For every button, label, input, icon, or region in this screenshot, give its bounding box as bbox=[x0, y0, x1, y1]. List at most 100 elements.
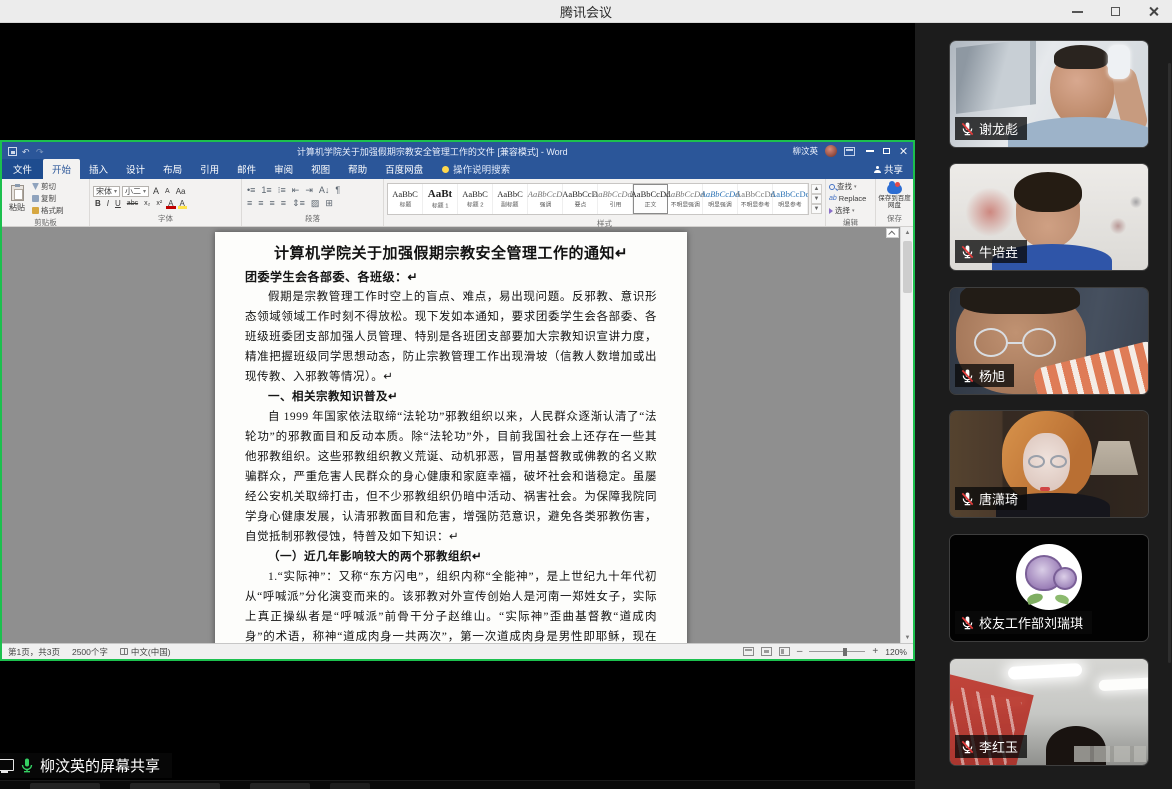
bold-button[interactable]: B bbox=[93, 199, 103, 208]
word-close-icon[interactable] bbox=[899, 147, 907, 155]
style-item[interactable]: AaBbCcDdE引用 bbox=[598, 184, 633, 214]
align-left-icon[interactable]: ≡ bbox=[245, 198, 254, 208]
participant-tile-liuruiqi[interactable]: 校友工作部刘瑞琪 bbox=[949, 534, 1149, 642]
zoom-out-button[interactable]: – bbox=[797, 646, 803, 657]
baidu-save-group: 保存到百度网盘 保存 bbox=[876, 179, 913, 226]
close-button[interactable] bbox=[1134, 0, 1172, 23]
scroll-up-arrow[interactable]: ▲ bbox=[901, 227, 913, 238]
sidebar-scrollbar[interactable] bbox=[1168, 63, 1171, 663]
style-item[interactable]: AaBbCcDd明显参考 bbox=[773, 184, 808, 214]
word-restore-icon[interactable] bbox=[883, 148, 890, 154]
paste-button[interactable]: 粘贴 bbox=[5, 184, 29, 214]
maximize-button[interactable] bbox=[1096, 0, 1134, 23]
tab-layout[interactable]: 布局 bbox=[154, 159, 191, 179]
zoom-in-button[interactable]: + bbox=[872, 646, 878, 657]
grow-font-button[interactable]: A bbox=[151, 186, 161, 196]
participant-tile-niupeiyao[interactable]: 牛培垚 bbox=[949, 163, 1149, 271]
show-marks-icon[interactable]: ¶ bbox=[333, 185, 342, 195]
tell-me-search[interactable]: 操作说明搜索 bbox=[442, 162, 510, 179]
select-button[interactable]: 选择▾ bbox=[829, 205, 872, 216]
document-page[interactable]: 计算机学院关于加强假期宗教安全管理工作的通知↵ 团委学生会各部委、各班级：↵ 假… bbox=[215, 232, 687, 643]
shrink-font-button[interactable]: A bbox=[163, 188, 172, 195]
style-item[interactable]: AaBbC副标题 bbox=[493, 184, 528, 214]
sort-icon[interactable]: A↓ bbox=[317, 185, 332, 195]
tab-review[interactable]: 审阅 bbox=[265, 159, 302, 179]
underline-button[interactable]: U bbox=[113, 199, 123, 208]
ribbon-options-icon[interactable] bbox=[844, 147, 855, 156]
undo-icon[interactable] bbox=[22, 147, 31, 156]
strikethrough-button[interactable]: abc bbox=[125, 200, 140, 207]
minimize-button[interactable] bbox=[1058, 0, 1096, 23]
tab-insert[interactable]: 插入 bbox=[80, 159, 117, 179]
style-item[interactable]: AaBt标题 1 bbox=[423, 184, 458, 214]
save-icon[interactable] bbox=[8, 147, 17, 156]
word-count[interactable]: 2500个字 bbox=[72, 646, 108, 658]
change-case-button[interactable]: Aa bbox=[174, 187, 188, 196]
justify-icon[interactable]: ≡ bbox=[279, 198, 288, 208]
tab-references[interactable]: 引用 bbox=[191, 159, 228, 179]
style-item-selected[interactable]: AaBbCcDd正文 bbox=[633, 184, 668, 214]
zoom-slider[interactable] bbox=[809, 651, 865, 653]
cut-button[interactable]: 剪切 bbox=[32, 181, 64, 192]
style-scroll-up[interactable]: ▲ bbox=[811, 184, 822, 194]
align-center-icon[interactable]: ≡ bbox=[256, 198, 265, 208]
italic-button[interactable]: I bbox=[105, 199, 111, 208]
collapse-ribbon-button[interactable] bbox=[886, 228, 899, 238]
multilevel-list-icon[interactable]: ⁝≡ bbox=[276, 185, 288, 196]
word-minimize-icon[interactable] bbox=[866, 150, 874, 152]
style-item[interactable]: AaBbCcDd明显强调 bbox=[703, 184, 738, 214]
borders-icon[interactable]: ⊞ bbox=[323, 198, 335, 209]
find-button[interactable]: 查找▾ bbox=[829, 181, 872, 192]
font-name-box[interactable]: 宋体▾ bbox=[93, 186, 120, 197]
style-item[interactable]: AaBbCcDd不明显强调 bbox=[668, 184, 703, 214]
tab-help[interactable]: 帮助 bbox=[339, 159, 376, 179]
print-layout-icon[interactable] bbox=[761, 647, 772, 656]
style-item[interactable]: AaBbC标题 bbox=[388, 184, 423, 214]
read-mode-icon[interactable] bbox=[743, 647, 754, 656]
tab-view[interactable]: 视图 bbox=[302, 159, 339, 179]
scrollbar-thumb[interactable] bbox=[903, 241, 912, 293]
line-spacing-icon[interactable]: ⇕≡ bbox=[290, 198, 307, 209]
font-size-box[interactable]: 小二▾ bbox=[122, 186, 149, 197]
save-to-baidu-button[interactable]: 保存到百度网盘 bbox=[879, 184, 910, 209]
subscript-button[interactable]: x₂ bbox=[142, 200, 152, 207]
tab-home[interactable]: 开始 bbox=[43, 159, 80, 179]
vertical-scrollbar[interactable]: ▲ ▼ bbox=[900, 227, 913, 643]
style-item[interactable]: AaBbCcDd不明显参考 bbox=[738, 184, 773, 214]
participant-tile-yangxu[interactable]: 杨旭 bbox=[949, 287, 1149, 395]
avatar[interactable] bbox=[825, 145, 837, 157]
participant-tile-tangxiaoqi[interactable]: 唐潇琦 bbox=[949, 410, 1149, 518]
style-item[interactable]: AaBbC标题 2 bbox=[458, 184, 493, 214]
font-color-button[interactable]: A bbox=[166, 199, 175, 208]
style-item[interactable]: AaBbCcD强调 bbox=[528, 184, 563, 214]
participant-tile-xielongbiao[interactable]: 谢龙彪 bbox=[949, 40, 1149, 148]
bottom-strip bbox=[0, 780, 915, 789]
tab-design[interactable]: 设计 bbox=[117, 159, 154, 179]
language-indicator[interactable]: 中文(中国) bbox=[131, 646, 171, 658]
text-highlight-button[interactable]: A bbox=[178, 199, 187, 208]
participant-tile-lihongyu[interactable]: 李红玉 bbox=[949, 658, 1149, 766]
copy-button[interactable]: 复制 bbox=[32, 193, 64, 204]
increase-indent-icon[interactable]: ⇥ bbox=[303, 185, 315, 196]
style-gallery-more[interactable]: ▼ bbox=[811, 204, 822, 214]
tab-baidu-netdisk[interactable]: 百度网盘 bbox=[376, 159, 432, 179]
page-indicator[interactable]: 第1页，共3页 bbox=[8, 646, 60, 658]
align-right-icon[interactable]: ≡ bbox=[268, 198, 277, 208]
web-layout-icon[interactable] bbox=[779, 647, 790, 656]
decrease-indent-icon[interactable]: ⇤ bbox=[290, 185, 302, 196]
style-scroll-down[interactable]: ▼ bbox=[811, 194, 822, 204]
superscript-button[interactable]: x² bbox=[154, 200, 164, 207]
redo-icon[interactable] bbox=[36, 147, 45, 156]
participant-nametag: 唐潇琦 bbox=[955, 487, 1027, 510]
word-share-button[interactable]: 共享 bbox=[864, 159, 913, 179]
zoom-slider-thumb[interactable] bbox=[843, 648, 847, 656]
bullets-icon[interactable]: •≡ bbox=[245, 185, 257, 195]
scroll-down-arrow[interactable]: ▼ bbox=[901, 632, 913, 643]
tab-file[interactable]: 文件 bbox=[2, 159, 43, 179]
numbering-icon[interactable]: 1≡ bbox=[259, 185, 273, 195]
format-painter-button[interactable]: 格式刷 bbox=[32, 205, 64, 216]
zoom-level[interactable]: 120% bbox=[885, 647, 907, 657]
shading-icon[interactable]: ▨ bbox=[309, 198, 322, 209]
replace-button[interactable]: abReplace bbox=[829, 194, 872, 203]
tab-mailings[interactable]: 邮件 bbox=[228, 159, 265, 179]
